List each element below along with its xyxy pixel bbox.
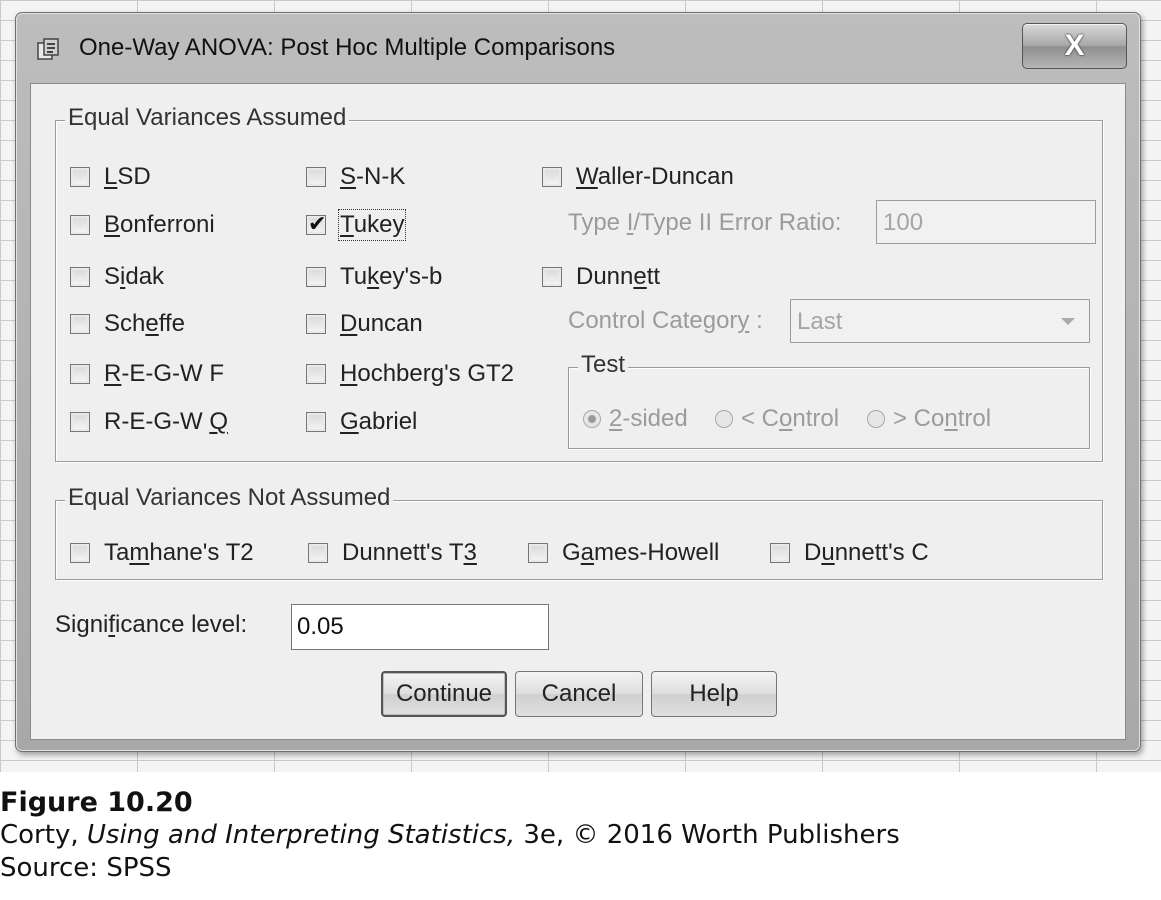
checkbox-lsd[interactable]: LSD xyxy=(70,163,151,191)
radio-greater-than-control[interactable]: > Control xyxy=(867,405,991,433)
checkbox-box[interactable] xyxy=(306,267,326,287)
checkbox-box[interactable] xyxy=(306,314,326,334)
checkbox-tukey[interactable]: Tukey xyxy=(306,209,407,241)
checkbox-box[interactable] xyxy=(70,167,90,187)
figure-caption: Figure 10.20 Corty, Using and Interpreti… xyxy=(0,786,900,885)
checkbox-label: LSD xyxy=(104,163,151,190)
checkbox-label: Tamhane's T2 xyxy=(104,539,254,566)
significance-level-label: Significance level: xyxy=(55,611,248,638)
checkbox-hochberg[interactable]: Hochberg's GT2 xyxy=(306,360,514,388)
control-category-value: Last xyxy=(797,308,843,335)
checkbox-duncan[interactable]: Duncan xyxy=(306,310,423,338)
group-label: Equal Variances Not Assumed xyxy=(65,484,394,512)
source-line: Source: SPSS xyxy=(0,853,172,883)
citation-edition: 3e, © 2016 Worth Publishers xyxy=(515,820,900,850)
control-category-label: Control Category : xyxy=(568,307,763,334)
radio-2-sided[interactable]: 2-sided xyxy=(583,405,688,433)
checkbox-label: Dunnett xyxy=(576,263,661,290)
checkbox-box[interactable] xyxy=(70,215,90,235)
error-ratio-label: Type I/Type II Error Ratio: xyxy=(568,209,842,236)
checkbox-box[interactable] xyxy=(70,364,90,384)
checkbox-sidak[interactable]: Sidak xyxy=(70,263,164,291)
checkbox-dunnetts-c[interactable]: Dunnett's C xyxy=(770,539,929,567)
citation-book: Using and Interpreting Statistics, xyxy=(86,820,516,850)
checkbox-box[interactable] xyxy=(70,412,90,432)
checkbox-snk[interactable]: S-N-K xyxy=(306,163,405,191)
checkbox-box[interactable] xyxy=(70,267,90,287)
close-button[interactable]: X xyxy=(1022,23,1127,69)
continue-button[interactable]: Continue xyxy=(381,671,507,717)
checkbox-box-checked[interactable] xyxy=(306,211,326,237)
post-hoc-dialog: One-Way ANOVA: Post Hoc Multiple Compari… xyxy=(15,12,1141,752)
checkbox-box[interactable] xyxy=(70,314,90,334)
citation-line: Corty, Using and Interpreting Statistics… xyxy=(0,819,900,852)
chevron-down-icon xyxy=(1061,318,1075,325)
checkbox-label: Tukey's-b xyxy=(340,263,443,290)
error-ratio-input[interactable]: 100 xyxy=(876,200,1096,244)
checkbox-label: Dunnett's C xyxy=(804,539,929,566)
radio-label: 2-sided xyxy=(609,405,688,432)
checkbox-label: Tukey xyxy=(337,209,407,241)
radio-less-than-control[interactable]: < Control xyxy=(715,405,839,433)
checkbox-tamhanes-t2[interactable]: Tamhane's T2 xyxy=(70,539,254,567)
checkbox-label: Dunnett's T3 xyxy=(342,539,477,566)
checkbox-label: Scheffe xyxy=(104,310,185,337)
checkbox-tukeys-b[interactable]: Tukey's-b xyxy=(306,263,442,291)
checkbox-label: Hochberg's GT2 xyxy=(340,360,514,387)
citation-author: Corty, xyxy=(0,820,87,850)
test-group-label: Test xyxy=(578,351,629,379)
checkbox-label: S-N-K xyxy=(340,163,406,190)
checkbox-box[interactable] xyxy=(70,543,90,563)
checkbox-label: Sidak xyxy=(104,263,165,290)
help-button[interactable]: Help xyxy=(651,671,777,717)
group-label: Equal Variances Assumed xyxy=(65,104,350,132)
checkbox-gabriel[interactable]: Gabriel xyxy=(306,408,417,436)
equal-variances-assumed-group: Equal Variances Assumed LSD Bonferroni S… xyxy=(55,104,1103,462)
checkbox-waller-duncan[interactable]: Waller-Duncan xyxy=(542,163,734,191)
close-icon: X xyxy=(1064,29,1085,62)
checkbox-label: Gabriel xyxy=(340,408,418,435)
dialog-title: One-Way ANOVA: Post Hoc Multiple Compari… xyxy=(79,34,616,61)
equal-variances-not-assumed-group: Equal Variances Not Assumed Tamhane's T2… xyxy=(55,484,1103,580)
significance-level-input[interactable] xyxy=(291,604,549,650)
checkbox-scheffe[interactable]: Scheffe xyxy=(70,310,185,338)
cancel-button[interactable]: Cancel xyxy=(515,671,643,717)
checkbox-label: Duncan xyxy=(340,310,423,337)
test-group: Test 2-sided < Control > Control xyxy=(568,351,1090,449)
radio-button[interactable] xyxy=(715,410,733,428)
checkbox-box[interactable] xyxy=(528,543,548,563)
checkbox-label: Games-Howell xyxy=(562,539,720,566)
checkbox-label: Bonferroni xyxy=(104,211,215,238)
checkbox-bonferroni[interactable]: Bonferroni xyxy=(70,211,215,239)
checkbox-box[interactable] xyxy=(770,543,790,563)
checkbox-box[interactable] xyxy=(308,543,328,563)
checkbox-box[interactable] xyxy=(306,364,326,384)
checkbox-regwq[interactable]: R-E-G-W Q xyxy=(70,408,228,436)
checkbox-label: R-E-G-W F xyxy=(104,360,224,387)
checkbox-regwf[interactable]: R-E-G-W F xyxy=(70,360,224,388)
checkbox-dunnetts-t3[interactable]: Dunnett's T3 xyxy=(308,539,477,567)
checkbox-box[interactable] xyxy=(306,412,326,432)
checkbox-games-howell[interactable]: Games-Howell xyxy=(528,539,719,567)
checkbox-box[interactable] xyxy=(542,267,562,287)
checkbox-box[interactable] xyxy=(542,167,562,187)
checkbox-label: Waller-Duncan xyxy=(576,163,734,190)
checkbox-box[interactable] xyxy=(306,167,326,187)
control-category-select[interactable]: Last xyxy=(790,299,1090,343)
checkbox-label: R-E-G-W Q xyxy=(104,408,228,435)
radio-button[interactable] xyxy=(867,410,885,428)
figure-number: Figure 10.20 xyxy=(0,787,193,818)
checkbox-dunnett[interactable]: Dunnett xyxy=(542,263,660,291)
radio-button-selected[interactable] xyxy=(583,410,601,428)
radio-label: > Control xyxy=(893,405,992,432)
title-bar: One-Way ANOVA: Post Hoc Multiple Compari… xyxy=(16,13,1140,83)
radio-label: < Control xyxy=(741,405,840,432)
dialog-body: Equal Variances Assumed LSD Bonferroni S… xyxy=(30,83,1126,740)
spss-dialog-icon xyxy=(37,38,59,60)
